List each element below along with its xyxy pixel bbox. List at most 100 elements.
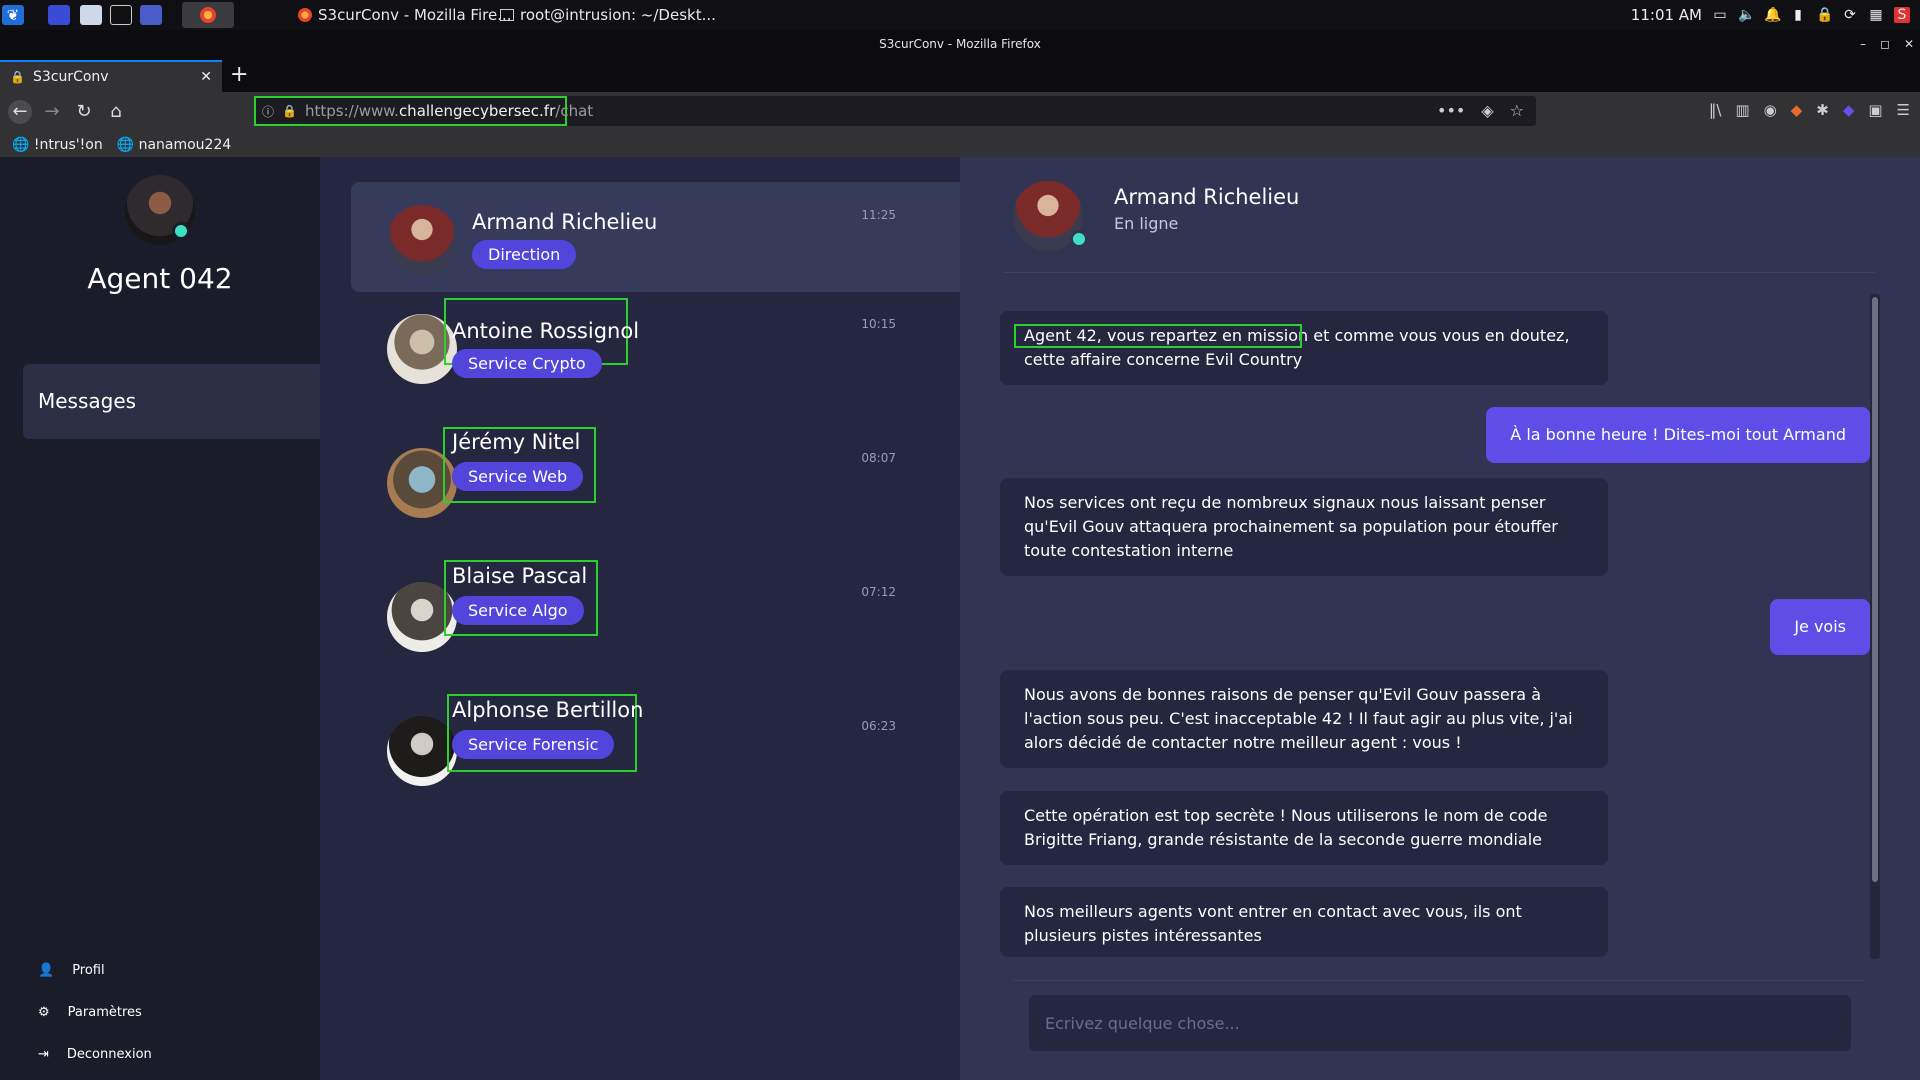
service-badge: Direction (472, 240, 577, 269)
service-badge: Service Algo (452, 596, 584, 625)
conversation-time: 06:23 (861, 719, 896, 733)
online-indicator (172, 222, 190, 240)
logout-icon: ⇥ (38, 1047, 49, 1062)
message-received: Agent 42, vous repartez en mission et co… (1000, 311, 1608, 385)
message-sent: À la bonne heure ! Dites-moi tout Armand (1486, 407, 1870, 463)
info-icon[interactable]: ⓘ (262, 103, 274, 120)
message-sent: Je vois (1770, 599, 1870, 655)
conversation-item[interactable]: Blaise Pascal Service Algo 07:12 (351, 559, 960, 669)
sidebar-item-messages[interactable]: Messages (23, 364, 320, 439)
extension-gray-icon[interactable]: ✱ (1816, 101, 1829, 119)
conversation-time: 07:12 (861, 585, 896, 599)
url-bar[interactable]: ⓘ 🔒 https://www.challengecybersec.fr/cha… (254, 96, 1536, 126)
online-indicator (1070, 230, 1088, 248)
file-manager-icon[interactable] (80, 5, 102, 25)
message-received: Nos services ont reçu de nombreux signau… (1000, 478, 1608, 576)
maximize-icon[interactable]: ◻ (1880, 30, 1890, 58)
taskbar-task-terminal[interactable]: root@intrusion: ~/Deskt... (500, 0, 716, 30)
pocket-icon[interactable]: ◈ (1481, 101, 1493, 120)
firefox-launcher-icon[interactable] (182, 2, 234, 28)
page-actions-icon[interactable]: ••• (1437, 101, 1465, 120)
contact-avatar (387, 205, 457, 275)
bookmark-star-icon[interactable]: ☆ (1510, 101, 1524, 120)
globe-icon: 🌐 (116, 136, 135, 153)
settings-app-icon[interactable] (140, 5, 162, 25)
nav-bar: ← → ↻ ⌂ ⓘ 🔒 https://www.challengecyberse… (0, 92, 1920, 132)
back-icon[interactable]: ← (8, 100, 32, 124)
extension-box-icon[interactable]: ▣ (1868, 101, 1882, 119)
divider (1013, 980, 1865, 981)
globe-icon: 🌐 (12, 136, 30, 153)
taskbar-task-label: S3curConv - Mozilla Fire... (318, 6, 512, 24)
bookmark-intrusion[interactable]: 🌐 !ntrus'!on (12, 137, 103, 153)
contact-name: Alphonse Bertillon (452, 698, 644, 722)
window-titlebar: S3curConv - Mozilla Firefox – ◻ ✕ (0, 30, 1920, 58)
sidebar-item-settings[interactable]: ⚙ Paramètres (38, 1005, 142, 1020)
conversation-item[interactable]: Antoine Rossignol Service Crypto 10:15 (351, 291, 960, 401)
conversation-time: 08:07 (861, 451, 896, 465)
display-icon[interactable]: ▭ (1712, 7, 1728, 23)
taskbar-task-label: root@intrusion: ~/Deskt... (520, 6, 716, 24)
home-icon[interactable]: ⌂ (104, 100, 128, 124)
contact-name: Antoine Rossignol (452, 319, 640, 343)
message-received: Nous avons de bonnes raisons de penser q… (1000, 670, 1608, 768)
extension-fox-icon[interactable]: ◆ (1791, 101, 1803, 119)
contact-name: Blaise Pascal (452, 564, 588, 588)
window-title: S3curConv - Mozilla Firefox (879, 37, 1041, 51)
app-menu-icon[interactable]: ❦ (2, 5, 24, 25)
clock[interactable]: 11:01 AM (1631, 6, 1702, 24)
highlight-box (1014, 324, 1302, 348)
scrollbar-thumb[interactable] (1872, 297, 1878, 882)
os-taskbar: ❦ S3curConv - Mozilla Fire... root@intru… (0, 0, 1920, 30)
conversation-item[interactable]: Armand Richelieu Direction 11:25 (351, 182, 960, 292)
gear-icon: ⚙ (38, 1005, 50, 1020)
conversation-time: 10:15 (861, 317, 896, 331)
forward-icon[interactable]: → (40, 100, 64, 124)
url-highlight: ⓘ 🔒 https://www.challengecybersec.fr/cha… (254, 96, 593, 126)
chat-app: Agent 042 Messages 👤 Profil ⚙ Paramètres ⇥… (0, 157, 1920, 1080)
contact-name: Armand Richelieu (472, 210, 658, 234)
library-icon[interactable]: ‖\ (1709, 101, 1722, 119)
lock-icon[interactable]: 🔒 (1816, 7, 1833, 23)
power-icon[interactable]: S (1894, 7, 1910, 23)
workspace-switcher-icon[interactable]: ▦ (1868, 7, 1884, 23)
hamburger-menu-icon[interactable]: ☰ (1897, 101, 1910, 119)
notification-icon[interactable]: 🔔 (1764, 7, 1781, 23)
sidebar-item-profile[interactable]: 👤 Profil (38, 963, 105, 978)
chat-contact-name: Armand Richelieu (1114, 185, 1300, 209)
terminal-small-icon (500, 9, 514, 21)
extension-purple-icon[interactable]: ◆ (1843, 101, 1855, 119)
sidebar-item-logout[interactable]: ⇥ Deconnexion (38, 1047, 152, 1062)
browser-tab[interactable]: 🔒 S3curConv ✕ (0, 60, 222, 92)
close-tab-icon[interactable]: ✕ (200, 69, 212, 85)
volume-icon[interactable]: 🔈 (1738, 7, 1755, 23)
battery-icon[interactable]: ▮ (1790, 7, 1806, 23)
user-icon: 👤 (38, 963, 55, 978)
conversation-time: 11:25 (861, 208, 896, 222)
refresh-icon[interactable]: ⟳ (1842, 7, 1858, 23)
account-icon[interactable]: ◉ (1764, 101, 1777, 119)
minimize-icon[interactable]: – (1860, 30, 1866, 58)
system-tray: 11:01 AM ▭ 🔈 🔔 ▮ 🔒 ⟳ ▦ S (1631, 0, 1910, 30)
message-input[interactable] (1029, 995, 1851, 1051)
contact-name: Jérémy Nitel (452, 430, 581, 454)
terminal-icon[interactable] (110, 5, 132, 25)
tab-title: S3curConv (32, 69, 109, 85)
chat-panel: Armand Richelieu En ligne Agent 42, vous… (960, 157, 1920, 1080)
new-tab-icon[interactable]: + (230, 62, 248, 87)
lock-icon: 🔒 (10, 70, 25, 84)
workspace-icon[interactable] (48, 5, 70, 25)
conversation-item[interactable]: Jérémy Nitel Service Web 08:07 (351, 425, 960, 535)
chat-contact-status: En ligne (1114, 214, 1179, 233)
reload-icon[interactable]: ↻ (72, 100, 96, 124)
bookmark-nanamou[interactable]: 🌐 nanamou224 (117, 137, 232, 153)
agent-name: Agent 042 (87, 262, 233, 295)
firefox-icon (298, 8, 312, 22)
url-text[interactable]: https://www.challengecybersec.fr/chat (305, 102, 593, 120)
taskbar-task-firefox[interactable]: S3curConv - Mozilla Fire... (298, 0, 512, 30)
tab-bar: 🔒 S3curConv ✕ + (0, 58, 1920, 92)
message-received: Cette opération est top secrète ! Nous u… (1000, 791, 1608, 865)
close-window-icon[interactable]: ✕ (1904, 30, 1914, 58)
sidebar-toggle-icon[interactable]: ▥ (1735, 101, 1749, 119)
conversation-item[interactable]: Alphonse Bertillon Service Forensic 06:2… (351, 693, 960, 803)
